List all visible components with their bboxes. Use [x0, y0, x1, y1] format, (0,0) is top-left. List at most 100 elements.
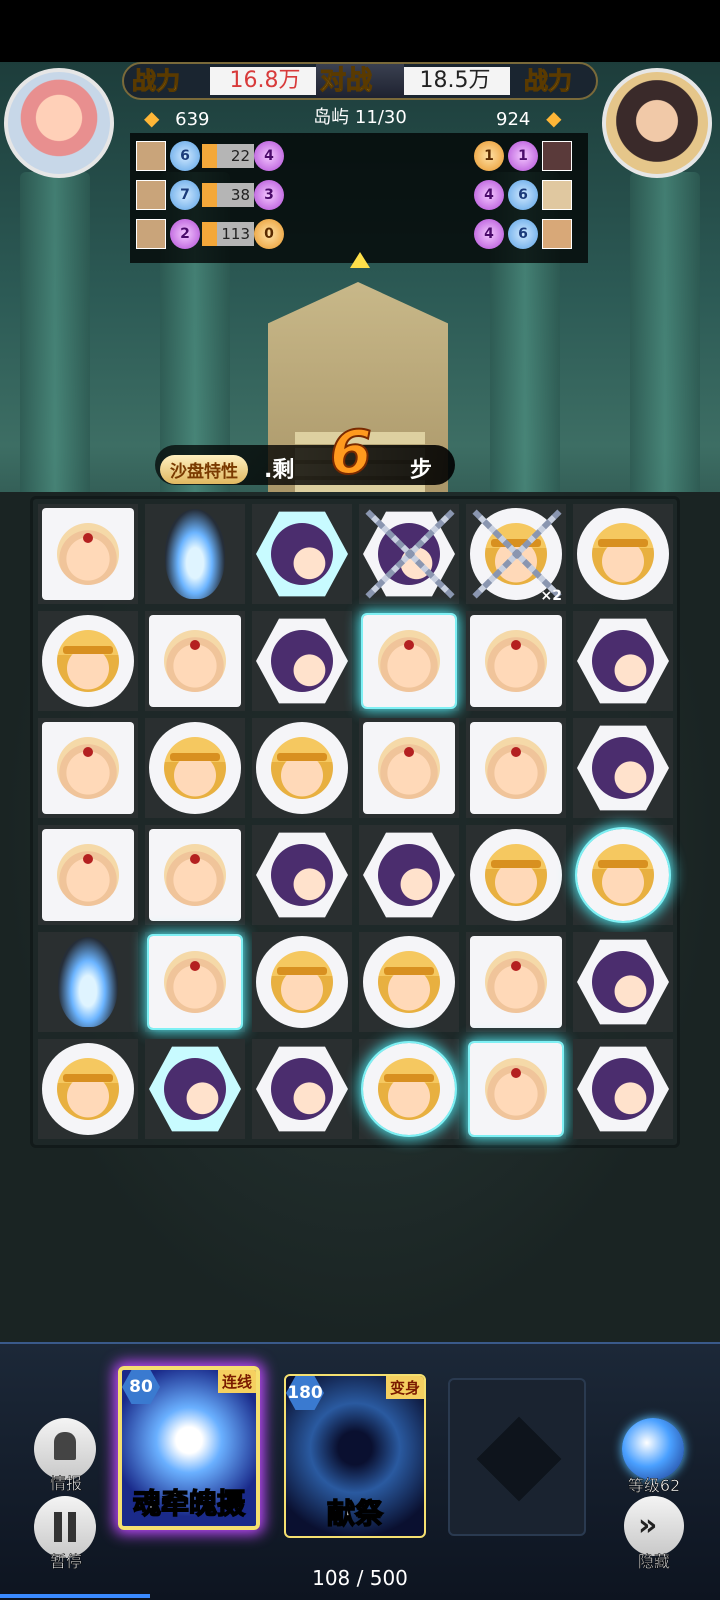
- card-cost: 180: [286, 1376, 324, 1410]
- hero-portrait: [542, 219, 572, 249]
- opponent-avatar[interactable]: [602, 68, 712, 178]
- hp-bar: 38: [202, 183, 254, 207]
- board-cell[interactable]: [359, 1039, 459, 1139]
- board-cell[interactable]: [252, 932, 352, 1032]
- board-cell[interactable]: [573, 825, 673, 925]
- ninja-tile: [256, 832, 348, 918]
- monk-tile: [361, 613, 457, 709]
- monk-tile: [42, 722, 134, 814]
- right-team-row: 1 1: [474, 139, 584, 173]
- board-cell[interactable]: [573, 504, 673, 604]
- position-marker-icon: [350, 252, 370, 268]
- hero-portrait: [136, 180, 166, 210]
- monk-face-icon: [378, 737, 440, 799]
- right-power-label: 战力: [524, 67, 573, 96]
- king-tile: [363, 936, 455, 1028]
- king-tile: [361, 1041, 457, 1137]
- board-cell[interactable]: [38, 611, 138, 711]
- board-cell[interactable]: [252, 825, 352, 925]
- board-cell[interactable]: [145, 504, 245, 604]
- board-cell[interactable]: [145, 1039, 245, 1139]
- king-face-icon: [57, 630, 119, 692]
- match-board: ×2: [30, 496, 680, 1148]
- blue-orb: 6: [170, 141, 200, 171]
- board-cell[interactable]: [252, 504, 352, 604]
- board-cell[interactable]: [466, 1039, 566, 1139]
- left-team-row: 6 22 4: [136, 139, 286, 173]
- board-cell[interactable]: [359, 611, 459, 711]
- board-cell[interactable]: [573, 1039, 673, 1139]
- board-cell[interactable]: [573, 932, 673, 1032]
- board-cell[interactable]: [38, 932, 138, 1032]
- king-tile: [575, 827, 671, 923]
- board-cell[interactable]: [38, 718, 138, 818]
- board-cell[interactable]: [145, 718, 245, 818]
- king-face-icon: [485, 844, 547, 906]
- ninja-tile: [577, 1046, 669, 1132]
- pause-icon: [54, 1512, 62, 1542]
- ninja-face-icon: [592, 737, 654, 799]
- ninja-face-icon: [271, 630, 333, 692]
- ninja-tile: [577, 725, 669, 811]
- board-cell[interactable]: [252, 718, 352, 818]
- left-power-label: 战力: [132, 67, 181, 96]
- king-face-icon: [592, 523, 654, 585]
- blue-orb: 6: [508, 180, 538, 210]
- monk-face-icon: [57, 737, 119, 799]
- king-tile: [470, 829, 562, 921]
- skill-card-sacrifice[interactable]: 180 变身 献祭: [284, 1374, 426, 1538]
- board-cell[interactable]: [359, 932, 459, 1032]
- blue-orb: 6: [508, 219, 538, 249]
- king-face-icon: [378, 1058, 440, 1120]
- board-cell[interactable]: ×2: [466, 504, 566, 604]
- purple-orb: 3: [254, 180, 284, 210]
- alarm-icon: [54, 1432, 76, 1460]
- monk-face-icon: [57, 844, 119, 906]
- card-tag: 变身: [385, 1376, 424, 1399]
- level-label: 等级62: [627, 1476, 681, 1496]
- monk-tile: [470, 615, 562, 707]
- board-cell[interactable]: [145, 825, 245, 925]
- sandbox-trait-button[interactable]: 沙盘特性: [160, 455, 248, 484]
- board-cell[interactable]: [359, 825, 459, 925]
- ninja-face-icon: [271, 523, 333, 585]
- ninja-tile: [577, 618, 669, 704]
- board-cell[interactable]: [252, 611, 352, 711]
- king-tile: [42, 1043, 134, 1135]
- monk-face-icon: [164, 630, 226, 692]
- hide-button[interactable]: »: [624, 1496, 684, 1556]
- monk-face-icon: [57, 523, 119, 585]
- pillar-right: [630, 172, 700, 512]
- board-cell[interactable]: [38, 504, 138, 604]
- board-cell[interactable]: [466, 718, 566, 818]
- player-avatar[interactable]: [4, 68, 114, 178]
- hp-bar: 113: [202, 222, 254, 246]
- empty-slot-icon: [476, 1416, 562, 1502]
- monk-face-icon: [485, 630, 547, 692]
- king-tile: [149, 722, 241, 814]
- level-orb-icon[interactable]: [622, 1418, 684, 1480]
- ninja-face-icon: [271, 1058, 333, 1120]
- board-cell[interactable]: [359, 504, 459, 604]
- board-cell[interactable]: [466, 932, 566, 1032]
- board-cell[interactable]: [38, 825, 138, 925]
- board-cell[interactable]: [573, 611, 673, 711]
- king-face-icon: [378, 951, 440, 1013]
- board-cell[interactable]: [145, 932, 245, 1032]
- diamond-icon: ◆: [546, 106, 562, 130]
- king-tile: [256, 722, 348, 814]
- monk-face-icon: [485, 1058, 547, 1120]
- skill-card-soul-pull[interactable]: 80 连线 魂牵魄摄: [118, 1366, 260, 1530]
- empty-card-slot: [448, 1378, 586, 1536]
- ninja-tile: [363, 832, 455, 918]
- board-cell[interactable]: [252, 1039, 352, 1139]
- ninja-face-icon: [592, 951, 654, 1013]
- chain-count: ×2: [540, 588, 562, 604]
- board-cell[interactable]: [466, 825, 566, 925]
- board-cell[interactable]: [145, 611, 245, 711]
- board-cell[interactable]: [38, 1039, 138, 1139]
- board-cell[interactable]: [573, 718, 673, 818]
- board-cell[interactable]: [359, 718, 459, 818]
- pause-icon-bar: [68, 1512, 76, 1542]
- board-cell[interactable]: [466, 611, 566, 711]
